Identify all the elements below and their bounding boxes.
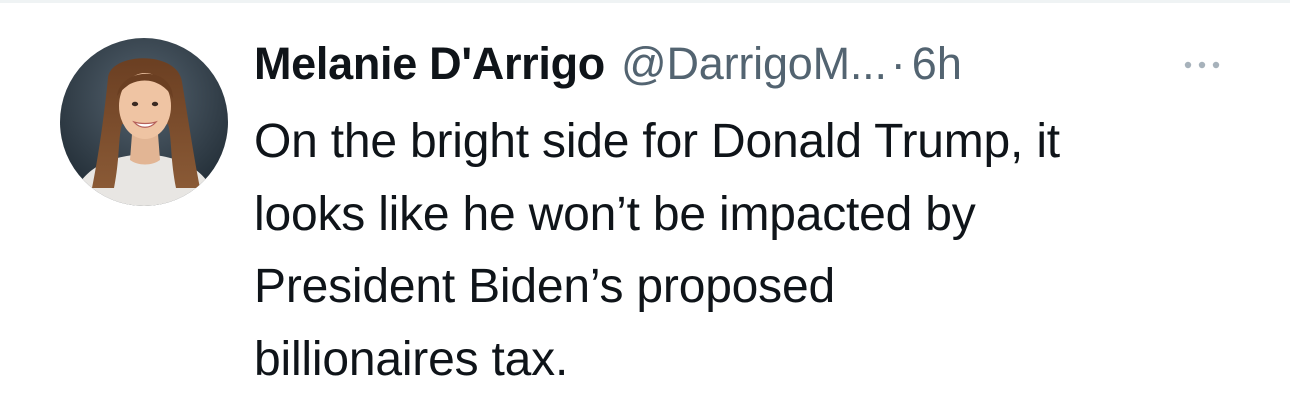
profile-photo (60, 38, 228, 206)
tweet-text: On the bright side for Donald Trump, it … (254, 115, 1060, 386)
more-horizontal-icon (1184, 61, 1220, 69)
separator-dot: · (890, 38, 906, 89)
more-options-button[interactable] (1176, 44, 1228, 84)
timestamp[interactable]: 6h (912, 36, 962, 92)
display-name[interactable]: Melanie D'Arrigo (254, 36, 605, 92)
avatar[interactable] (60, 38, 228, 206)
tweet-header: Melanie D'Arrigo @DarrigoM... · 6h (254, 36, 1254, 92)
user-handle[interactable]: @DarrigoM... (621, 36, 887, 92)
tweet[interactable]: Melanie D'Arrigo @DarrigoM... · 6h On th… (0, 0, 1290, 418)
